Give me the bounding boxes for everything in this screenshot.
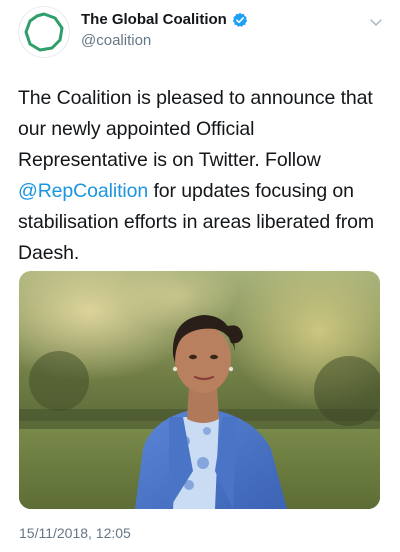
tweet: The Global Coalition @coalition The Coal…	[0, 0, 400, 552]
handle[interactable]: @coalition	[81, 32, 151, 50]
verified-badge-icon	[232, 12, 248, 28]
coalition-logo-icon	[24, 12, 64, 52]
avatar[interactable]	[18, 6, 70, 58]
photo-portrait	[19, 271, 380, 509]
name-row: The Global Coalition	[81, 11, 248, 29]
display-name[interactable]: The Global Coalition	[81, 11, 227, 29]
tweet-text-before: The Coalition is pleased to announce tha…	[18, 87, 373, 171]
mention-link[interactable]: @RepCoalition	[18, 180, 148, 202]
tweet-photo[interactable]	[19, 271, 380, 509]
tweet-text: The Coalition is pleased to announce tha…	[18, 83, 388, 269]
timestamp[interactable]: 15/11/2018, 12:05	[19, 524, 131, 542]
chevron-down-icon[interactable]	[368, 14, 384, 30]
